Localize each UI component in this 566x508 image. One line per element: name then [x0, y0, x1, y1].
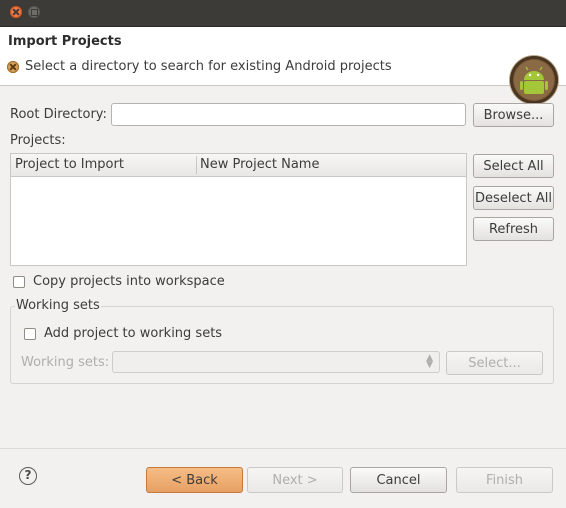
- column-header-project-to-import[interactable]: Project to Import: [15, 157, 124, 172]
- deselect-all-button[interactable]: Deselect All: [473, 186, 554, 210]
- working-sets-field-label: Working sets:: [21, 355, 110, 370]
- projects-table-header: Project to Import New Project Name: [11, 154, 466, 177]
- footer-divider: [0, 448, 566, 449]
- android-logo: [510, 56, 558, 104]
- root-directory-input[interactable]: [111, 103, 466, 126]
- next-button[interactable]: Next >: [247, 467, 343, 493]
- column-divider[interactable]: [196, 156, 197, 174]
- working-sets-group-label: Working sets: [15, 298, 101, 313]
- window-titlebar: [0, 0, 566, 27]
- root-directory-label: Root Directory:: [10, 107, 107, 122]
- back-button[interactable]: < Back: [146, 467, 243, 493]
- select-working-sets-button[interactable]: Select...: [446, 351, 543, 375]
- browse-button[interactable]: Browse...: [473, 103, 554, 127]
- select-all-button[interactable]: Select All: [473, 154, 554, 178]
- projects-label: Projects:: [10, 133, 66, 148]
- combo-spinner-icon: ▲ ▼: [426, 353, 433, 370]
- copy-projects-label[interactable]: Copy projects into workspace: [33, 274, 225, 289]
- projects-table[interactable]: Project to Import New Project Name: [10, 153, 467, 266]
- working-sets-combo[interactable]: ▲ ▼: [112, 351, 440, 373]
- maximize-window-icon[interactable]: [28, 6, 40, 18]
- close-window-icon[interactable]: [10, 6, 22, 18]
- error-icon: [7, 61, 19, 73]
- add-to-working-sets-label[interactable]: Add project to working sets: [44, 326, 222, 341]
- finish-button[interactable]: Finish: [456, 467, 553, 493]
- dialog-message: Select a directory to search for existin…: [25, 59, 392, 74]
- copy-projects-checkbox[interactable]: [13, 276, 25, 288]
- column-header-new-project-name[interactable]: New Project Name: [200, 157, 319, 172]
- help-icon[interactable]: ?: [19, 467, 37, 485]
- refresh-button[interactable]: Refresh: [473, 217, 554, 241]
- dialog-banner: Import Projects Select a directory to se…: [0, 27, 566, 104]
- add-to-working-sets-checkbox[interactable]: [24, 328, 36, 340]
- cancel-button[interactable]: Cancel: [350, 467, 447, 493]
- dialog-title: Import Projects: [8, 34, 122, 49]
